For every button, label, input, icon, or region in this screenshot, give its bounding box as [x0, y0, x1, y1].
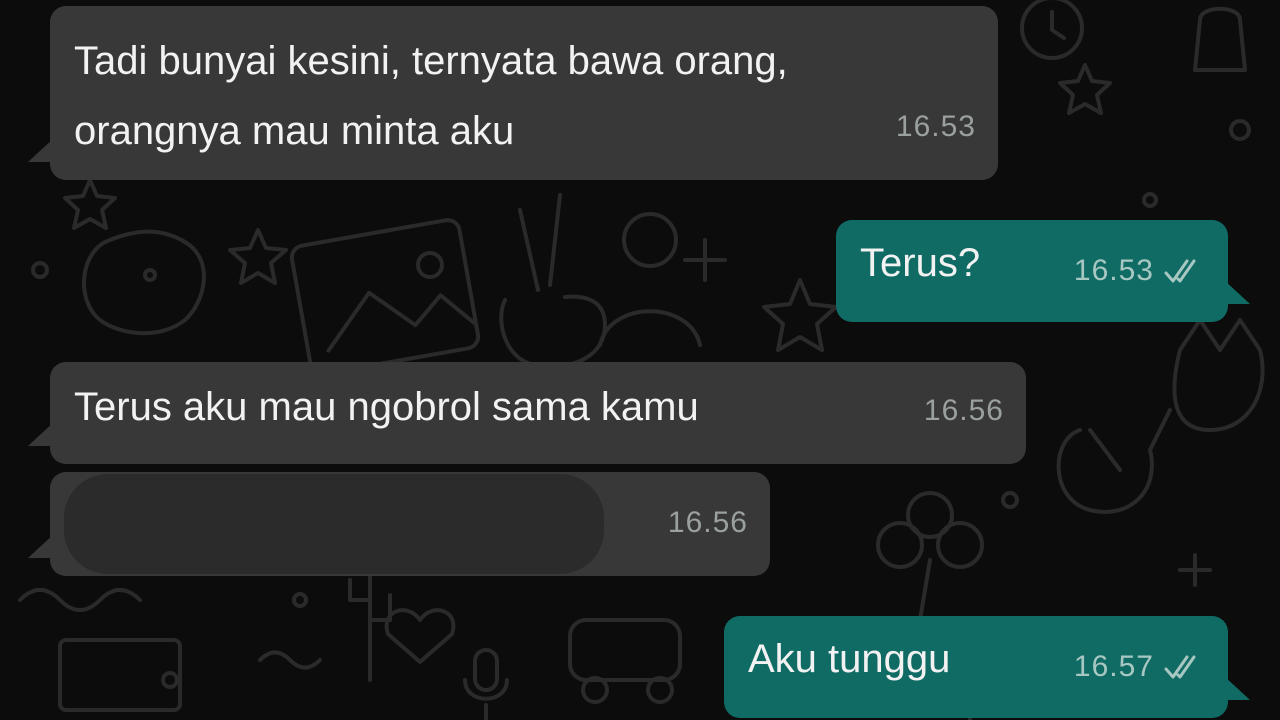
- message-bubble-outgoing[interactable]: Aku tunggu 16.57: [724, 616, 1250, 718]
- bubble-tail: [28, 138, 54, 162]
- message-meta: 16.53: [896, 92, 976, 162]
- message-timestamp: 16.56: [923, 394, 1004, 427]
- message-timestamp: 16.56: [667, 506, 748, 539]
- bubble-tail: [1224, 676, 1250, 700]
- message-timestamp: 16.53: [895, 110, 976, 143]
- message-meta: 16.53: [1074, 236, 1206, 306]
- bubble-tail: [28, 534, 54, 558]
- message-bubble-incoming[interactable]: Terus aku mau ngobrol sama kamu 16.56: [28, 362, 1026, 464]
- message-bubble-outgoing[interactable]: Terus? 16.53: [836, 220, 1250, 322]
- chat-window: Tadi bunyai kesini, ternyata bawa orang,…: [0, 0, 1280, 720]
- message-text: Terus?: [860, 241, 981, 285]
- message-meta: 16.56: [668, 488, 748, 558]
- read-double-check-icon: [1164, 259, 1196, 283]
- message-text: Aku tunggu: [748, 637, 951, 681]
- message-bubble-incoming-redacted[interactable]: 16.56: [28, 472, 770, 576]
- message-meta: 16.57: [1074, 632, 1206, 702]
- message-timestamp: 16.57: [1073, 650, 1154, 683]
- message-bubble-incoming[interactable]: Tadi bunyai kesini, ternyata bawa orang,…: [28, 6, 998, 180]
- message-text: Terus aku mau ngobrol sama kamu: [74, 385, 699, 429]
- message-meta: 16.56: [924, 376, 1004, 446]
- bubble-tail: [1224, 280, 1250, 304]
- message-timestamp: 16.53: [1073, 254, 1154, 287]
- message-text: Tadi bunyai kesini, ternyata bawa orang,…: [74, 39, 788, 153]
- bubble-tail: [28, 422, 54, 446]
- redacted-message-content: [64, 474, 604, 574]
- read-double-check-icon: [1164, 655, 1196, 679]
